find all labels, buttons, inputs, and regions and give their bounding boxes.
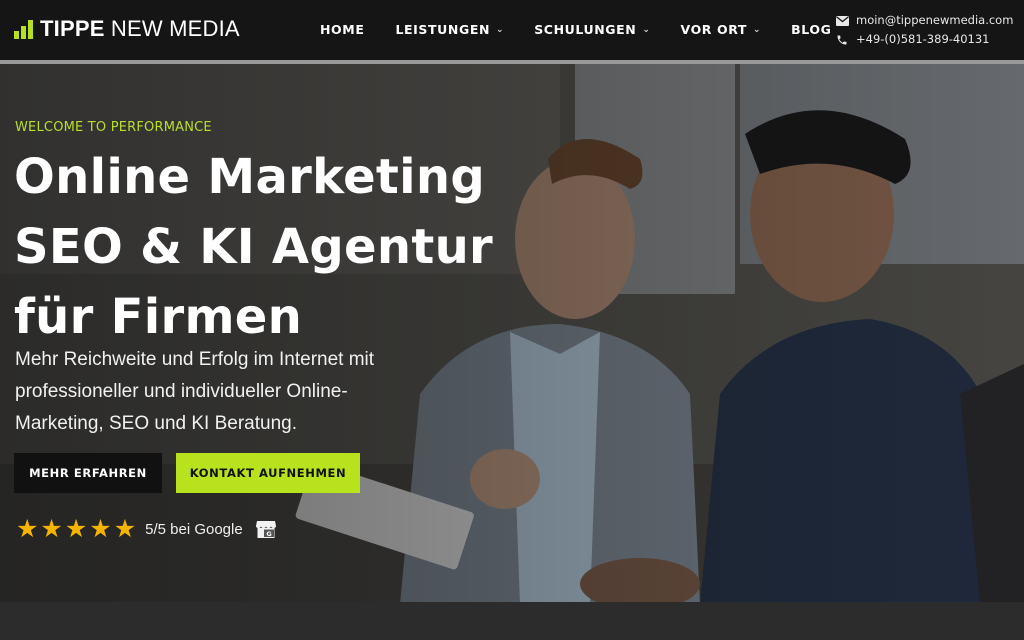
hero-headline-line: SEO & KI Agentur — [14, 219, 494, 275]
nav-item-schulungen[interactable]: SCHULUNGEN ⌄ — [534, 22, 650, 37]
hero-headline: Online Marketing SEO & KI Agentur für Fi… — [14, 142, 534, 352]
hero-section: WELCOME TO PERFORMANCE Online Marketing … — [0, 64, 1024, 602]
nav-item-label: HOME — [320, 22, 365, 37]
nav-item-label: LEISTUNGEN — [395, 22, 491, 37]
rating-text: 5/5 bei Google — [145, 520, 243, 538]
header-contact: moin@tippenewmedia.com +49-(0)581-389-40… — [835, 11, 1013, 49]
star-icon: ★ — [113, 514, 137, 543]
section-divider-band — [0, 602, 1024, 640]
nav-item-vor-ort[interactable]: VOR ORT ⌄ — [681, 22, 762, 37]
nav-item-home[interactable]: HOME — [320, 22, 364, 37]
logo-bars-icon — [14, 19, 33, 39]
contact-email[interactable]: moin@tippenewmedia.com — [835, 11, 1013, 30]
hero-headline-line: Online Marketing — [14, 149, 486, 205]
nav-item-leistungen[interactable]: LEISTUNGEN ⌄ — [395, 22, 504, 37]
chevron-down-icon: ⌄ — [496, 24, 505, 35]
star-icon: ★ — [40, 514, 63, 543]
mail-icon — [835, 15, 849, 26]
brand-name-bold: TIPPE — [40, 16, 105, 41]
brand-name: TIPPE NEW MEDIA — [40, 16, 240, 42]
google-my-business-icon[interactable]: G — [255, 518, 277, 540]
nav-item-label: SCHULUNGEN — [534, 22, 637, 37]
chevron-down-icon: ⌄ — [642, 24, 651, 35]
contact-phone-text: +49-(0)581-389-40131 — [856, 32, 990, 46]
site-header: TIPPE NEW MEDIA HOME LEISTUNGEN ⌄ SCHULU… — [0, 0, 1024, 60]
contact-phone[interactable]: +49-(0)581-389-40131 — [835, 30, 1013, 49]
brand-name-light: NEW MEDIA — [110, 16, 240, 41]
star-icon: ★ — [89, 514, 112, 543]
nav-item-label: VOR ORT — [680, 22, 748, 37]
nav-item-label: BLOG — [791, 22, 832, 37]
phone-icon — [835, 34, 849, 46]
star-icon: ★ — [64, 514, 88, 543]
rating-stars: ★ ★ ★ ★ ★ — [16, 516, 136, 542]
google-rating: ★ ★ ★ ★ ★ 5/5 bei Google G — [16, 516, 277, 542]
chevron-down-icon: ⌄ — [753, 24, 762, 35]
hero-subline: Mehr Reichweite und Erfolg im Internet m… — [15, 349, 375, 434]
nav-item-blog[interactable]: BLOG — [791, 22, 831, 37]
mehr-erfahren-button[interactable]: MEHR ERFAHREN — [14, 453, 162, 493]
hero-eyebrow: WELCOME TO PERFORMANCE — [15, 120, 212, 135]
svg-text:G: G — [266, 530, 271, 538]
contact-email-text: moin@tippenewmedia.com — [856, 13, 1014, 27]
hero-headline-line: für Firmen — [14, 289, 303, 345]
star-icon: ★ — [16, 514, 39, 543]
kontakt-aufnehmen-button[interactable]: KONTAKT AUFNEHMEN — [176, 453, 360, 493]
brand-logo[interactable]: TIPPE NEW MEDIA — [14, 16, 240, 42]
main-navigation: HOME LEISTUNGEN ⌄ SCHULUNGEN ⌄ VOR ORT ⌄… — [320, 22, 832, 37]
